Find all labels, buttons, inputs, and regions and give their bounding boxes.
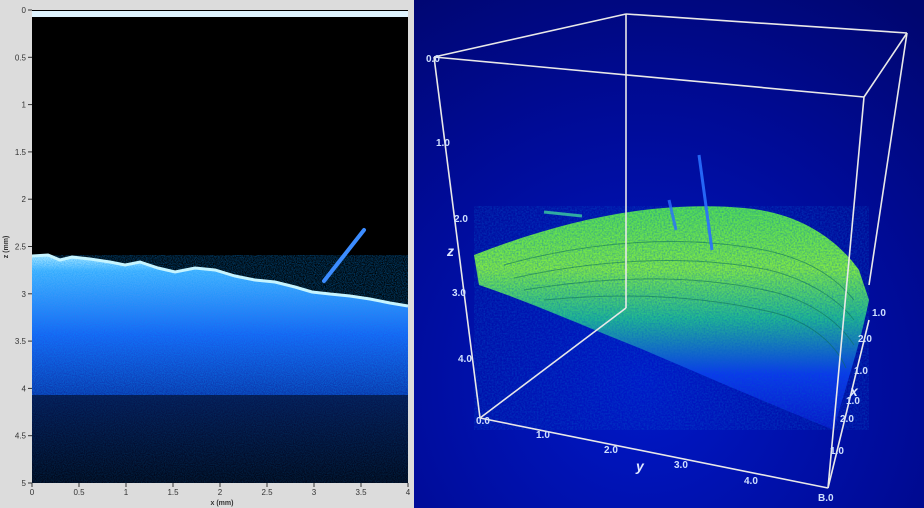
z-tick: 1.0	[436, 138, 450, 149]
y-tick: B.0	[818, 493, 834, 504]
z-axis-label: z	[446, 243, 454, 259]
x-tick-label: 3	[312, 488, 317, 497]
y-tick-label: 0.5	[15, 53, 27, 62]
oct-bscan-plot: 00.511.522.533.544.55 0 0.5 1 1.5 2 2.5 3 3.5 4 …	[3, 6, 411, 507]
y-axis: 0 0.5 1 1.5 2 2.5 3 3.5 4 4.5 5	[15, 6, 32, 488]
bscan-top-band	[32, 11, 408, 17]
x-tick-label: 4	[406, 488, 411, 497]
y-tick: 2.0	[604, 445, 618, 456]
z-tick: 2.0	[454, 214, 468, 225]
y-tick-label: 2.5	[15, 243, 27, 252]
x-tick: 1.0	[830, 446, 844, 457]
y-tick: 4.0	[744, 476, 758, 487]
y-tick-label: 0	[22, 6, 27, 15]
y-tick-label: 3.5	[15, 337, 27, 346]
y-tick-label: 3	[22, 290, 27, 299]
x-axis: 0 0.5 1 1.5 2 2.5 3 3.5 4	[30, 483, 411, 497]
x-tick-label: 1	[124, 488, 129, 497]
x-tick: 1.0	[872, 308, 886, 319]
z-tick: 3.0	[452, 288, 466, 299]
x-tick-label: 0	[30, 488, 35, 497]
y-tick-label: 1	[22, 101, 27, 110]
oct-3d-volume-panel: 0.0 1.0 2.0 3.0 4.0 z 0.0 1.0 2.0 3.0 4.…	[414, 0, 924, 508]
oct-3d-volume-plot: 0.0 1.0 2.0 3.0 4.0 z 0.0 1.0 2.0 3.0 4.…	[414, 0, 924, 508]
y-tick-label: 4	[22, 384, 27, 393]
y-tick-label: 5	[22, 479, 27, 488]
y-tick: 0.0	[476, 416, 490, 427]
x-axis-label: x	[849, 383, 859, 399]
x-tick-label: 1.5	[167, 488, 179, 497]
x-tick: 1.0	[854, 366, 868, 377]
y-tick-label: 2	[22, 195, 27, 204]
x-axis-label: x (mm)	[211, 500, 234, 507]
x-tick-label: 2	[218, 488, 223, 497]
x-tick-label: 2.5	[261, 488, 273, 497]
x-tick: 2.0	[840, 414, 854, 425]
y-tick-label: 1.5	[15, 148, 27, 157]
x-tick-label: 0.5	[73, 488, 85, 497]
y-tick-label: 4.5	[15, 432, 27, 441]
x-tick-label: 3.5	[355, 488, 367, 497]
bscan-deep-region	[32, 395, 408, 483]
y-tick: 1.0	[536, 430, 550, 441]
x-tick: 2.0	[858, 334, 872, 345]
y-tick: 3.0	[674, 460, 688, 471]
z-tick: 0.0	[426, 54, 440, 65]
z-tick: 4.0	[458, 354, 472, 365]
y-axis-label: y	[635, 458, 645, 474]
oct-bscan-panel: 0 0.5 1 1.5 2 2.5 3 3.5 4 4.5 5 0 0.5 1 1.5 2 2.5 3 3.5 4 …	[0, 0, 414, 508]
y-axis-label: z (mm)	[3, 236, 10, 259]
